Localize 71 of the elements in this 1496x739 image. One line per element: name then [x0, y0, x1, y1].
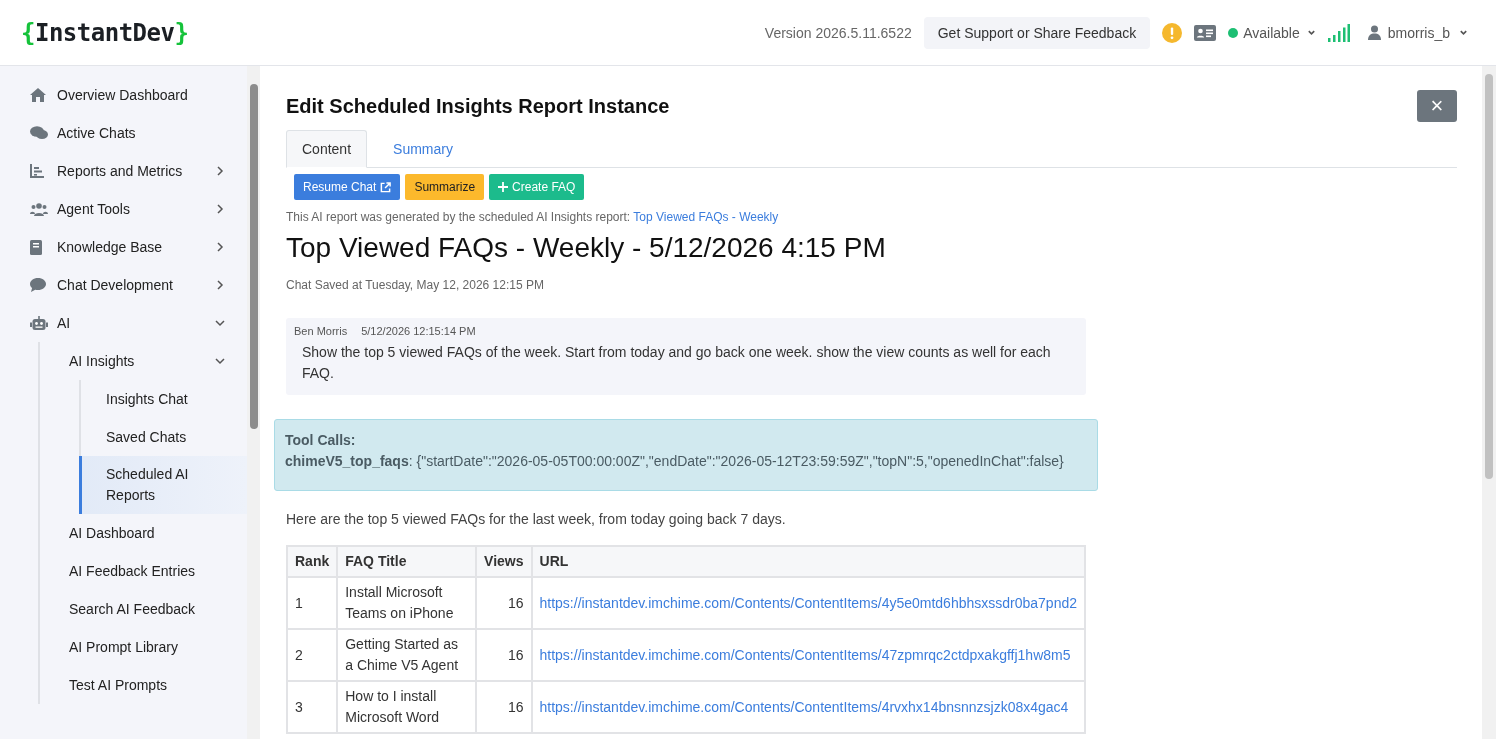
nav-item[interactable]: Scheduled AI Reports: [79, 456, 247, 514]
nav-item[interactable]: Search AI Feedback: [40, 590, 247, 628]
tool-calls-heading: Tool Calls:: [285, 431, 357, 450]
book-icon: [30, 239, 42, 255]
url-link[interactable]: https://instantdev.imchime.com/Contents/ContentItems/4y5e0mtd6hbhsxssdr0ba7pnd2: [539, 594, 1077, 611]
alert-icon[interactable]: [1162, 22, 1183, 43]
nav-item[interactable]: AI Feedback Entries: [40, 552, 247, 590]
scrollbar[interactable]: [247, 66, 260, 739]
tab[interactable]: Content: [286, 130, 368, 168]
table-cell: 16: [476, 681, 532, 733]
chat-bubbles-icon: [30, 126, 48, 140]
table-cell: 16: [476, 629, 532, 681]
bar-chart-icon: [30, 164, 44, 178]
scrollbar[interactable]: [1482, 66, 1496, 739]
table-cell: 2: [287, 629, 338, 681]
table-cell: 1: [287, 577, 338, 629]
nav-item[interactable]: Overview Dashboard: [0, 76, 247, 114]
nav-item[interactable]: Reports and Metrics: [0, 152, 247, 190]
chat-bubble-icon: [30, 278, 46, 292]
source-note: This AI report was generated by the scheduled AI Insights report:: [286, 210, 631, 224]
logo[interactable]: {InstantDev}: [21, 18, 189, 47]
tab[interactable]: Summary: [367, 130, 479, 168]
nav-item[interactable]: Knowledge Base: [0, 228, 247, 266]
nav-item[interactable]: AI Dashboard: [40, 514, 247, 552]
table-cell: How to I install Microsoft Word: [337, 681, 477, 733]
nav-item[interactable]: AI: [0, 304, 247, 342]
message-author: Ben Morris: [294, 325, 348, 337]
tool-arguments: : {"startDate":"2026-05-05T00:00:00Z","endDate":"2026-05-12T23:59:59Z","topN":5,"openedInChat":false}: [408, 453, 1064, 469]
url-link[interactable]: https://instantdev.imchime.com/Contents/ContentItems/4rvxhx14bnsnnzsjzk08x4gac4: [539, 698, 1069, 715]
nav-item[interactable]: AI Insights: [40, 342, 247, 380]
report-link[interactable]: Top Viewed FAQs - Weekly: [633, 210, 779, 224]
table-cell: Install Microsoft Teams on iPhone: [337, 577, 477, 629]
caret-icon: [1459, 28, 1468, 37]
message-time: 5/12/2026 12:15:14 PM: [361, 325, 476, 337]
nav-item[interactable]: Chat Development: [0, 266, 247, 304]
nav-item[interactable]: Test AI Prompts: [40, 666, 247, 704]
url-link[interactable]: https://instantdev.imchime.com/Contents/ContentItems/47zpmrqc2ctdpxakgffj1hw8m5: [539, 646, 1071, 663]
nav-item[interactable]: Agent Tools: [0, 190, 247, 228]
home-icon: [30, 88, 46, 102]
user-menu[interactable]: bmorris_b: [1367, 24, 1468, 41]
robot-icon: [30, 315, 48, 331]
nav-item[interactable]: Saved Chats: [79, 418, 247, 456]
nav-item[interactable]: Active Chats: [0, 114, 247, 152]
nav-item[interactable]: AI Prompt Library: [40, 628, 247, 666]
message-text: Show the top 5 viewed FAQs of the week. Start from today and go back one week. show the view counts as well for each FAQ.: [302, 343, 1052, 383]
column-header: URL: [531, 546, 1085, 577]
saved-timestamp: Chat Saved at Tuesday, May 12, 2026 12:15 PM: [286, 278, 545, 292]
column-header: Rank: [287, 546, 338, 577]
table-cell: 3: [287, 681, 338, 733]
report-title: Top Viewed FAQs - Weekly - 5/12/2026 4:15 PM: [286, 232, 887, 264]
status-dropdown[interactable]: Available: [1228, 24, 1316, 41]
dialog-title: Edit Scheduled Insights Report Instance: [286, 94, 670, 118]
table-cell: 16: [476, 577, 532, 629]
plus-icon: [498, 182, 509, 192]
external-link-icon: [380, 181, 392, 193]
users-icon: [30, 202, 48, 216]
action-button[interactable]: Resume Chat: [294, 174, 401, 200]
user-icon: [1367, 25, 1381, 40]
support-button[interactable]: Get Support or Share Feedback: [923, 16, 1151, 49]
caret-icon: [1306, 28, 1316, 37]
column-header: FAQ Title: [337, 546, 477, 577]
tool-name: chimeV5_top_faqs: [285, 453, 409, 469]
answer-text: Here are the top 5 viewed FAQs for the last week, from today going back 7 days.: [286, 511, 787, 527]
id-card-icon[interactable]: [1194, 24, 1217, 41]
table-cell: Getting Started as a Chime V5 Agent: [337, 629, 477, 681]
action-button[interactable]: Summarize: [405, 174, 485, 200]
version-text: Version 2026.5.11.6522: [764, 24, 912, 41]
column-header: Views: [476, 546, 532, 577]
nav-item[interactable]: Insights Chat: [79, 380, 247, 418]
close-button[interactable]: ×: [1417, 90, 1457, 122]
signal-icon: [1327, 23, 1350, 42]
